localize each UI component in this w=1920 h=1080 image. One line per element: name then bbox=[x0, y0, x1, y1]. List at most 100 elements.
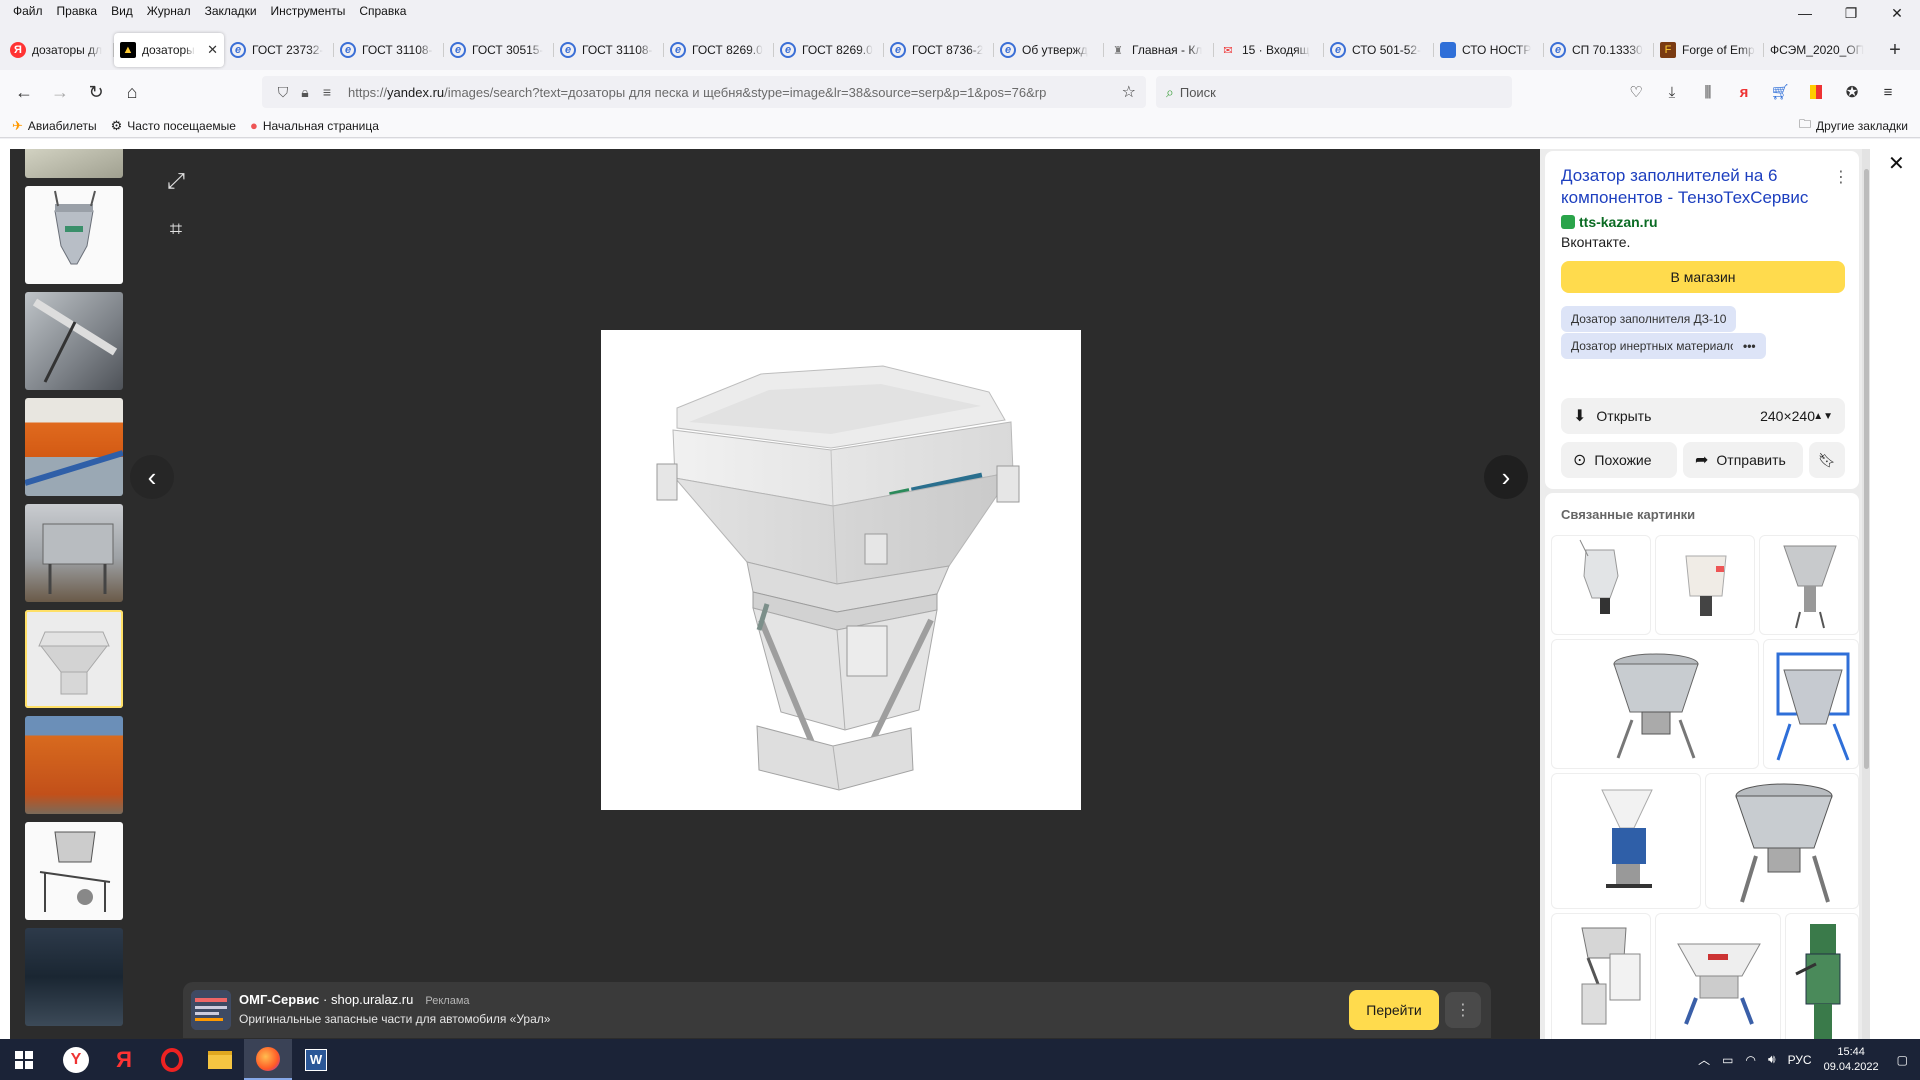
tab-fsem[interactable]: ФСЭМ_2020_ОП bbox=[1764, 33, 1874, 67]
bookmark-icon[interactable]: 🔖︎ bbox=[1809, 442, 1845, 478]
fullscreen-icon[interactable]: ⤢ bbox=[158, 163, 194, 199]
ad-banner[interactable]: ОМГ-Сервис · shop.uralaz.ru Реклама Ориги… bbox=[183, 982, 1491, 1038]
tab-mail[interactable]: ✉ 15 · Входящ bbox=[1214, 33, 1324, 67]
reload-button[interactable]: ↻ bbox=[78, 76, 114, 108]
tray-chevron-icon[interactable]: ︿ bbox=[1698, 1051, 1710, 1068]
lock-icon[interactable]: 🔒︎ bbox=[294, 84, 316, 101]
related-image[interactable] bbox=[1551, 639, 1759, 769]
pocket-icon[interactable]: ♡ bbox=[1618, 76, 1654, 108]
yandex-taskbar[interactable]: Я bbox=[100, 1039, 148, 1080]
minimize-button[interactable]: — bbox=[1782, 0, 1828, 26]
thumbnail-selected[interactable] bbox=[25, 610, 123, 708]
device-icon[interactable]: ▭ bbox=[1722, 1053, 1733, 1067]
similar-button[interactable]: ⊙ Похожие bbox=[1561, 442, 1677, 478]
extensions-icon[interactable]: ✪ bbox=[1834, 76, 1870, 108]
related-image[interactable] bbox=[1551, 535, 1651, 635]
tab-doc[interactable]: e ГОСТ 8269.0 bbox=[664, 33, 774, 67]
more-tags-button[interactable]: ••• bbox=[1733, 333, 1766, 359]
menu-help[interactable]: Справка bbox=[352, 4, 413, 18]
tab-yandex-search[interactable]: Ядозаторы дл bbox=[4, 33, 114, 67]
tab-doc[interactable]: e ГОСТ 31108- bbox=[554, 33, 664, 67]
related-image[interactable] bbox=[1763, 639, 1859, 769]
bookmark-most-visited[interactable]: ⚙ Часто посещаемые bbox=[111, 118, 236, 134]
volume-icon[interactable]: 🔊︎ bbox=[1768, 1052, 1776, 1067]
share-button[interactable]: ➦ Отправить bbox=[1683, 442, 1803, 478]
cart-icon[interactable]: 🛒︎ bbox=[1762, 76, 1798, 108]
next-image-button[interactable]: › bbox=[1484, 455, 1528, 499]
close-viewer-icon[interactable]: ✕ bbox=[1888, 151, 1905, 176]
related-image[interactable] bbox=[1785, 913, 1859, 1039]
permissions-icon[interactable]: ≡ bbox=[316, 84, 338, 100]
thumbnail[interactable] bbox=[25, 398, 123, 496]
shop-button[interactable]: В магазин bbox=[1561, 261, 1845, 293]
bookmark-star-icon[interactable]: ☆ bbox=[1122, 82, 1136, 102]
size-select[interactable]: 240×240 bbox=[1760, 408, 1815, 424]
related-image[interactable] bbox=[1759, 535, 1859, 635]
menu-icon[interactable]: ≡ bbox=[1870, 76, 1906, 108]
yandex-icon[interactable]: я bbox=[1726, 76, 1762, 108]
tab-doc[interactable]: e СТО 501-52- bbox=[1324, 33, 1434, 67]
tab-doc[interactable]: e ГОСТ 8269.0 bbox=[774, 33, 884, 67]
tab-doc[interactable]: e ГОСТ 8736-2 bbox=[884, 33, 994, 67]
clock[interactable]: 15:44 09.04.2022 bbox=[1824, 1045, 1879, 1075]
thumbnail[interactable] bbox=[25, 149, 123, 178]
firefox-taskbar[interactable] bbox=[244, 1039, 292, 1080]
ad-go-button[interactable]: Перейти bbox=[1349, 990, 1439, 1030]
thumbnail[interactable] bbox=[25, 928, 123, 1026]
menu-bookmarks[interactable]: Закладки bbox=[198, 4, 264, 18]
image-title-link[interactable]: Дозатор заполнителей на 6 компонентов - … bbox=[1561, 165, 1831, 209]
tab-doc[interactable]: e Об утвержд bbox=[994, 33, 1104, 67]
tab-close-icon[interactable]: ✕ bbox=[207, 42, 218, 58]
menu-tools[interactable]: Инструменты bbox=[264, 4, 353, 18]
tab-doc[interactable]: e ГОСТ 23732- bbox=[224, 33, 334, 67]
notifications-icon[interactable]: ▢ bbox=[1897, 1053, 1908, 1067]
main-image[interactable] bbox=[601, 330, 1081, 810]
wifi-icon[interactable]: ◠ bbox=[1746, 1053, 1756, 1067]
thumbnail[interactable] bbox=[25, 504, 123, 602]
menu-file[interactable]: Файл bbox=[6, 4, 50, 18]
shield-icon[interactable]: ⛉ bbox=[272, 84, 294, 101]
scrollbar-thumb[interactable] bbox=[1864, 169, 1869, 769]
start-button[interactable] bbox=[0, 1039, 48, 1080]
related-image[interactable] bbox=[1655, 535, 1755, 635]
ad-more-icon[interactable]: ⋮ bbox=[1445, 992, 1481, 1028]
more-options-icon[interactable]: ⋮ bbox=[1833, 167, 1849, 187]
related-image[interactable] bbox=[1655, 913, 1781, 1039]
bookmark-aviabilety[interactable]: ✈ Авиабилеты bbox=[12, 118, 97, 134]
crop-icon[interactable]: ⌗ bbox=[158, 211, 194, 247]
related-image[interactable] bbox=[1551, 773, 1701, 909]
tab-nostroy[interactable]: СТО НОСТР bbox=[1434, 33, 1544, 67]
menu-view[interactable]: Вид bbox=[104, 4, 140, 18]
new-tab-button[interactable]: + bbox=[1880, 35, 1910, 65]
tab-game[interactable]: F Forge of Emp bbox=[1654, 33, 1764, 67]
yandex-browser-taskbar[interactable]: Y bbox=[52, 1039, 100, 1080]
source-domain[interactable]: tts-kazan.ru bbox=[1579, 214, 1658, 230]
tab-doc[interactable]: e ГОСТ 31108- bbox=[334, 33, 444, 67]
explorer-taskbar[interactable] bbox=[196, 1039, 244, 1080]
open-image-button[interactable]: ⬇ Открыть 240×240 ▲▼ bbox=[1561, 398, 1845, 434]
tab-emblem[interactable]: ♜ Главная - Кл bbox=[1104, 33, 1214, 67]
tab-yandex-images[interactable]: ▲ дозаторы ✕ bbox=[114, 33, 224, 67]
related-image[interactable] bbox=[1705, 773, 1859, 909]
flag-icon[interactable] bbox=[1798, 76, 1834, 108]
url-bar[interactable]: ⛉ 🔒︎ ≡ https://yandex.ru/images/search?t… bbox=[262, 76, 1146, 108]
menu-history[interactable]: Журнал bbox=[140, 4, 198, 18]
menu-edit[interactable]: Правка bbox=[50, 4, 105, 18]
forward-button[interactable]: → bbox=[42, 76, 78, 108]
tag-chip[interactable]: Дозатор инертных материалов bbox=[1561, 333, 1754, 359]
search-bar[interactable]: ⌕ Поиск bbox=[1156, 76, 1512, 108]
prev-image-button[interactable]: ‹ bbox=[130, 455, 174, 499]
language-indicator[interactable]: РУС bbox=[1788, 1053, 1812, 1067]
back-button[interactable]: ← bbox=[6, 76, 42, 108]
download-icon[interactable]: ⤓ bbox=[1654, 76, 1690, 108]
thumbnail[interactable] bbox=[25, 292, 123, 390]
close-window-button[interactable]: ✕ bbox=[1874, 0, 1920, 26]
home-button[interactable]: ⌂ bbox=[114, 76, 150, 108]
bookmark-start-page[interactable]: ● Начальная страница bbox=[250, 118, 379, 133]
tab-doc[interactable]: e ГОСТ 30515- bbox=[444, 33, 554, 67]
thumbnail[interactable] bbox=[25, 186, 123, 284]
other-bookmarks[interactable]: 🗀 Другие закладки bbox=[1799, 115, 1908, 136]
tag-chip[interactable]: Дозатор заполнителя ДЗ-10 bbox=[1561, 306, 1737, 332]
url-text[interactable]: https://yandex.ru/images/search?text=доз… bbox=[348, 85, 1108, 100]
library-icon[interactable]: ⫼ bbox=[1690, 76, 1726, 108]
